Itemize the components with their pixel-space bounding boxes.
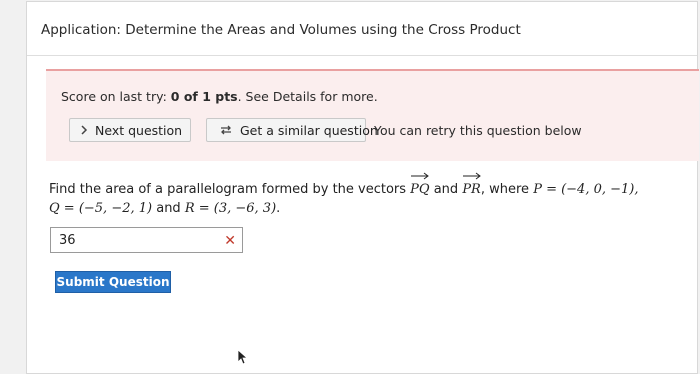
vector-pq: PQ [410,172,430,199]
and-text: and [429,182,463,197]
and-text-2: and [152,201,185,216]
question-end: . [276,201,281,216]
page-title: Application: Determine the Areas and Vol… [41,22,521,38]
point-r: R = (3, −6, 3) [184,201,277,216]
next-question-button[interactable]: Next question [69,118,191,142]
score-value: 0 of 1 pts [170,89,238,104]
score-panel: Score on last try: 0 of 1 pts. See Detai… [46,69,699,161]
where-text: , where [480,182,534,197]
score-line: Score on last try: 0 of 1 pts. See Detai… [61,89,378,104]
score-suffix: . See Details for more. [237,89,378,104]
point-p: P = (−4, 0, −1), [533,182,639,197]
incorrect-x-icon: ✕ [224,233,236,249]
similar-question-button[interactable]: Get a similar question [206,118,378,142]
vector-arrow-icon [463,172,482,180]
title-bar: Application: Determine the Areas and Vol… [27,2,697,56]
mouse-cursor-icon [237,349,249,369]
chevron-right-icon [80,125,88,135]
refresh-icon [219,124,233,136]
submit-question-button[interactable]: Submit Question [55,271,171,293]
question-intro: Find the area of a parallelogram formed … [49,182,411,197]
question-card: Application: Determine the Areas and Vol… [26,1,699,374]
point-q: Q = (−5, −2, 1) [49,201,153,216]
next-question-label: Next question [95,122,183,138]
vector-arrow-icon [411,172,430,180]
answer-input[interactable]: 36 ✕ [50,227,243,253]
retry-message: You can retry this question below [374,123,582,138]
vector-pr: PR [462,172,482,199]
similar-question-label: Get a similar question [240,122,378,138]
score-prefix: Score on last try: [61,89,171,104]
answer-value: 36 [59,232,76,248]
question-text: Find the area of a parallelogram formed … [49,172,669,218]
